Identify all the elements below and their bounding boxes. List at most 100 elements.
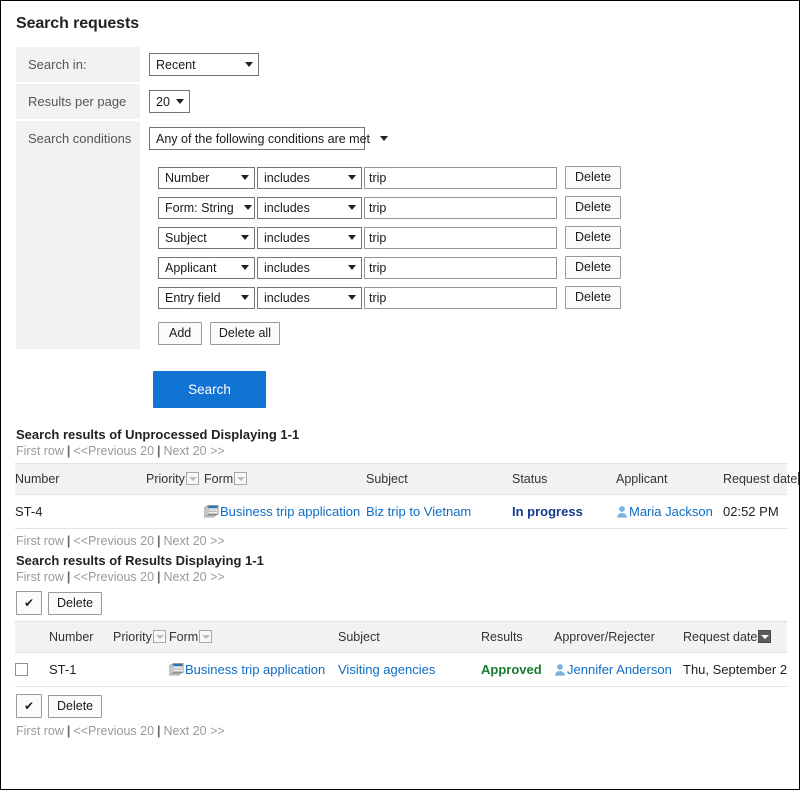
- sort-caret-icon[interactable]: [758, 630, 772, 643]
- col-form[interactable]: Form: [204, 463, 366, 495]
- condition-field-select[interactable]: Entry field: [158, 286, 255, 309]
- condition-value-input[interactable]: [364, 166, 557, 189]
- next-page-link[interactable]: Next 20 >>: [164, 444, 225, 458]
- first-row-link[interactable]: First row: [16, 724, 64, 738]
- form-link[interactable]: Business trip application: [220, 504, 360, 519]
- col-priority[interactable]: Priority: [146, 463, 204, 495]
- col-results-label: Results: [481, 630, 523, 644]
- chevron-down-icon: [241, 265, 249, 270]
- results-per-page-value: 20: [156, 94, 170, 109]
- condition-value-input[interactable]: [364, 226, 557, 249]
- col-priority[interactable]: Priority: [113, 621, 169, 653]
- next-page-link[interactable]: Next 20 >>: [164, 724, 225, 738]
- condition-field-select[interactable]: Number: [158, 166, 255, 189]
- col-approver-label: Approver/Rejecter: [554, 630, 655, 644]
- results-per-page-select[interactable]: 20: [149, 90, 190, 113]
- sort-caret-icon[interactable]: [152, 630, 166, 643]
- pager-separator: |: [66, 570, 71, 584]
- results-toolbar-bottom: ✔ Delete: [16, 694, 785, 718]
- col-form[interactable]: Form: [169, 621, 338, 653]
- condition-value-input[interactable]: [364, 196, 557, 219]
- form-link[interactable]: Business trip application: [185, 662, 325, 677]
- condition-operator-value: includes: [264, 230, 310, 245]
- condition-field-select[interactable]: Form: String: [158, 196, 255, 219]
- search-button[interactable]: Search: [153, 371, 266, 408]
- status-badge: In progress: [512, 504, 583, 519]
- chevron-down-icon: [241, 175, 249, 180]
- cell-request-date: 02:52 PM: [723, 494, 787, 529]
- pager-separator: |: [157, 534, 161, 548]
- previous-page-link[interactable]: <<Previous 20: [73, 570, 154, 584]
- condition-delete-button[interactable]: Delete: [565, 196, 622, 219]
- condition-row: Entry field includes Delete: [158, 286, 786, 309]
- add-condition-button[interactable]: Add: [158, 322, 203, 345]
- search-in-cell: Recent: [140, 47, 786, 82]
- approver-link[interactable]: Jennifer Anderson: [567, 662, 672, 677]
- first-row-link[interactable]: First row: [16, 534, 64, 548]
- previous-page-link[interactable]: <<Previous 20: [73, 724, 154, 738]
- condition-value-input[interactable]: [364, 256, 557, 279]
- match-mode-select[interactable]: Any of the following conditions are met: [149, 127, 389, 150]
- condition-operator-select[interactable]: includes: [257, 256, 362, 279]
- col-number: Number: [15, 463, 146, 495]
- col-form-label: Form: [169, 630, 199, 644]
- next-page-link[interactable]: Next 20 >>: [164, 570, 225, 584]
- col-subject: Subject: [338, 621, 481, 653]
- row-checkbox[interactable]: [15, 663, 28, 676]
- results-table: Number Priority Form Subject Results App…: [15, 621, 787, 687]
- condition-value-input[interactable]: [364, 286, 557, 309]
- sort-caret-icon[interactable]: [234, 472, 248, 485]
- condition-operator-value: includes: [264, 260, 310, 275]
- chevron-down-icon: [348, 205, 356, 210]
- search-in-select[interactable]: Recent: [149, 53, 259, 76]
- search-requests-page: Search requests Search in: Recent Result…: [0, 0, 800, 790]
- first-row-link[interactable]: First row: [16, 444, 64, 458]
- condition-delete-button[interactable]: Delete: [565, 286, 622, 309]
- results-per-page-row: Results per page 20: [16, 84, 786, 119]
- condition-field-select[interactable]: Applicant: [158, 256, 255, 279]
- condition-field-select[interactable]: Subject: [158, 226, 255, 249]
- condition-delete-button[interactable]: Delete: [565, 256, 622, 279]
- condition-delete-button[interactable]: Delete: [565, 166, 622, 189]
- results-pager-top: First row | <<Previous 20 | Next 20 >>: [16, 570, 785, 584]
- cell-form: Business trip application: [169, 652, 338, 687]
- pager-separator: |: [66, 444, 71, 458]
- search-in-value: Recent: [156, 57, 196, 72]
- delete-all-conditions-button[interactable]: Delete all: [209, 322, 280, 345]
- next-page-link[interactable]: Next 20 >>: [164, 534, 225, 548]
- search-conditions-cell: Any of the following conditions are met …: [140, 121, 786, 349]
- condition-operator-select[interactable]: includes: [257, 226, 362, 249]
- condition-field-value: Form: String: [165, 200, 234, 215]
- first-row-link[interactable]: First row: [16, 570, 64, 584]
- condition-operator-select[interactable]: includes: [257, 286, 362, 309]
- condition-operator-select[interactable]: includes: [257, 166, 362, 189]
- results-pager-bottom: First row | <<Previous 20 | Next 20 >>: [16, 724, 785, 738]
- cell-status: In progress: [512, 494, 616, 529]
- cell-number: ST-4: [15, 494, 146, 529]
- unprocessed-results-table: Number Priority Form Subject Status Appl…: [15, 463, 799, 529]
- col-request-date[interactable]: Request date: [723, 463, 799, 495]
- col-approver: Approver/Rejecter: [554, 621, 683, 653]
- cell-result: Approved: [481, 652, 554, 687]
- delete-button[interactable]: Delete: [48, 591, 103, 615]
- subject-link[interactable]: Biz trip to Vietnam: [366, 504, 471, 519]
- condition-operator-select[interactable]: includes: [257, 196, 362, 219]
- match-mode-value: Any of the following conditions are met: [156, 131, 371, 146]
- chevron-down-icon: [243, 205, 252, 210]
- col-status-label: Status: [512, 472, 548, 486]
- condition-delete-button[interactable]: Delete: [565, 226, 622, 249]
- col-request-date[interactable]: Request date: [683, 621, 787, 653]
- sort-caret-icon[interactable]: [199, 630, 213, 643]
- applicant-link[interactable]: Maria Jackson: [629, 504, 713, 519]
- col-priority-label: Priority: [113, 630, 152, 644]
- sort-caret-icon[interactable]: [185, 472, 199, 485]
- table-row: ST-4 Business trip application Biz trip …: [15, 494, 787, 529]
- col-form-label: Form: [204, 472, 234, 486]
- select-all-button[interactable]: ✔: [16, 591, 42, 615]
- delete-button[interactable]: Delete: [48, 694, 103, 718]
- table-header-row: Number Priority Form Subject Status Appl…: [15, 463, 799, 495]
- select-all-button[interactable]: ✔: [16, 694, 42, 718]
- previous-page-link[interactable]: <<Previous 20: [73, 534, 154, 548]
- subject-link[interactable]: Visiting agencies: [338, 662, 435, 677]
- previous-page-link[interactable]: <<Previous 20: [73, 444, 154, 458]
